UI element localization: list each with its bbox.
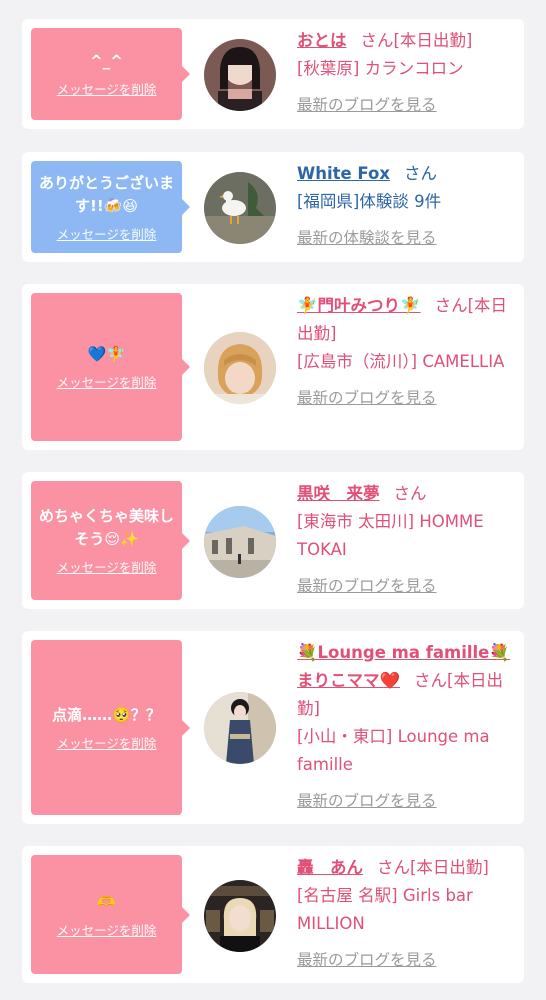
delete-message-link[interactable]: メッセージを削除: [57, 733, 157, 752]
card-info: 黒咲 来夢 さん [東海市 太田川] HOMME TOKAI 最新のブログを見る: [297, 480, 519, 600]
status-badge: [本日出勤]: [393, 31, 473, 50]
user-name-link[interactable]: 黒咲 来夢: [297, 484, 380, 503]
latest-blog-link[interactable]: 最新のブログを見る: [297, 572, 519, 600]
latest-blog-link[interactable]: 最新のブログを見る: [297, 384, 519, 412]
message-bubble: めちゃくちゃ美味しそう😌✨ メッセージを削除: [31, 481, 182, 600]
avatar-image: [204, 880, 276, 952]
user-name-link[interactable]: おとは: [297, 31, 347, 50]
delete-message-link[interactable]: メッセージを削除: [57, 224, 157, 243]
list-item: 🫶 メッセージを削除 轟 あん さん[本日出勤] [名古屋 名駅] Girls b…: [22, 846, 524, 983]
card-info: 轟 あん さん[本日出勤] [名古屋 名駅] Girls bar MILLION …: [297, 854, 519, 974]
list-item: ありがとうございます!!🍻😆 メッセージを削除 White Fox さん [福岡県…: [22, 152, 524, 262]
avatar[interactable]: [204, 506, 276, 578]
delete-message-link[interactable]: メッセージを削除: [57, 557, 157, 576]
location-text: [小山・東口] Lounge ma famille: [297, 727, 490, 774]
san-suffix: さん: [393, 484, 427, 503]
avatar[interactable]: [204, 880, 276, 952]
location-text: [秋葉原] カランコロン: [297, 59, 464, 78]
location-text: [東海市 太田川] HOMME TOKAI: [297, 512, 484, 559]
message-bubble: 💙🧚 メッセージを削除: [31, 293, 182, 441]
user-name-link[interactable]: White Fox: [297, 164, 390, 183]
latest-blog-link[interactable]: 最新のブログを見る: [297, 91, 519, 119]
message-text: 点滴……🥺？？: [52, 705, 161, 724]
latest-blog-link[interactable]: 最新のブログを見る: [297, 946, 519, 974]
message-text: めちゃくちゃ美味しそう😌✨: [39, 507, 175, 548]
location-text: [広島市（流川）] CAMELLIA: [297, 352, 505, 371]
card-info: 🧚門叶みつり🧚 さん[本日出勤] [広島市（流川）] CAMELLIA 最新のブロ…: [297, 292, 519, 412]
avatar[interactable]: [204, 332, 276, 404]
message-list: ^_^ メッセージを削除 おとは さん[本日出勤] [秋葉原] カランコロン 最新…: [0, 0, 546, 1000]
card-info: White Fox さん [福岡県]体験談 9件 最新の体験談を見る: [297, 160, 519, 252]
avatar-image: [204, 332, 276, 404]
delete-message-link[interactable]: メッセージを削除: [57, 920, 157, 939]
message-text: ありがとうございます!!🍻😆: [39, 173, 175, 215]
san-suffix: さん: [404, 164, 438, 183]
avatar-image: [204, 506, 276, 578]
avatar-image: [204, 172, 276, 244]
list-item: 💙🧚 メッセージを削除 🧚門叶みつり🧚 さん[本日出勤] [広島市（流川）] CA…: [22, 284, 524, 450]
san-suffix: さん: [414, 671, 448, 690]
delete-message-link[interactable]: メッセージを削除: [57, 372, 157, 391]
latest-review-link[interactable]: 最新の体験談を見る: [297, 224, 519, 252]
list-item: 点滴……🥺？？ メッセージを削除 💐Lounge ma famille💐まりこマ…: [22, 631, 524, 824]
card-info: おとは さん[本日出勤] [秋葉原] カランコロン 最新のブログを見る: [297, 27, 519, 119]
experience-count-text: [福岡県]体験談 9件: [297, 192, 442, 211]
san-suffix: さん: [434, 296, 468, 315]
message-bubble: ^_^ メッセージを削除: [31, 28, 182, 120]
san-suffix: さん: [360, 31, 394, 50]
message-bubble: 点滴……🥺？？ メッセージを削除: [31, 640, 182, 815]
message-text: 🫶: [97, 892, 116, 911]
list-item: ^_^ メッセージを削除 おとは さん[本日出勤] [秋葉原] カランコロン 最新…: [22, 19, 524, 129]
user-name-link[interactable]: 🧚門叶みつり🧚: [297, 296, 421, 315]
message-text: ^_^: [90, 52, 123, 70]
status-badge: [本日出勤]: [410, 858, 489, 877]
user-name-link[interactable]: 轟 あん: [297, 858, 363, 877]
san-suffix: さん: [377, 858, 410, 877]
list-item: めちゃくちゃ美味しそう😌✨ メッセージを削除 黒咲 来夢 さん [東海市 太田川]…: [22, 472, 524, 609]
avatar[interactable]: [204, 692, 276, 764]
location-text: [名古屋 名駅] Girls bar MILLION: [297, 886, 473, 933]
avatar[interactable]: [204, 39, 276, 111]
avatar[interactable]: [204, 172, 276, 244]
delete-message-link[interactable]: メッセージを削除: [57, 79, 157, 98]
message-text: 💙🧚: [87, 345, 126, 363]
message-bubble: 🫶 メッセージを削除: [31, 855, 182, 974]
message-bubble: ありがとうございます!!🍻😆 メッセージを削除: [31, 161, 182, 253]
avatar-image: [204, 692, 276, 764]
card-info: 💐Lounge ma famille💐まりこママ❤️ さん[本日出勤] [小山・東…: [297, 639, 519, 815]
latest-blog-link[interactable]: 最新のブログを見る: [297, 787, 519, 815]
avatar-image: [204, 39, 276, 111]
